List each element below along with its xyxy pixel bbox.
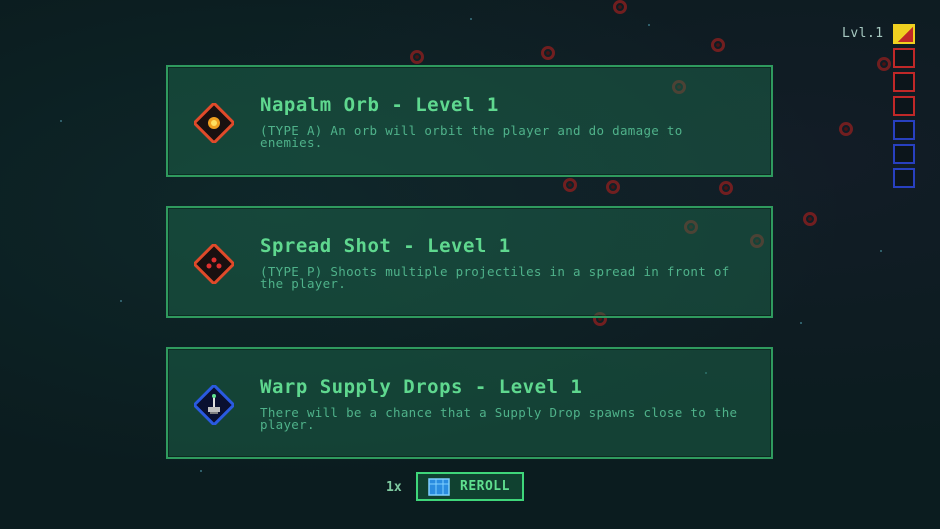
card-description: There will be a chance that a Supply Dro…: [260, 405, 738, 432]
enemy-orb: [563, 178, 577, 192]
upgrade-slot-empty: [893, 96, 915, 116]
enemy-orb: [541, 46, 555, 60]
card-title: Spread Shot - Level 1: [260, 235, 511, 257]
upgrade-card-warp-supply-drops[interactable]: Warp Supply Drops - Level 1 There will b…: [166, 347, 773, 459]
supply-drop-icon: [194, 385, 234, 425]
card-title: Warp Supply Drops - Level 1: [260, 376, 583, 398]
card-title: Napalm Orb - Level 1: [260, 94, 499, 116]
enemy-orb: [877, 57, 891, 71]
enemy-orb: [711, 38, 725, 52]
napalm-orb-icon: [194, 103, 234, 143]
enemy-orb: [606, 180, 620, 194]
star: [200, 470, 202, 472]
level-indicator: Lvl.1: [842, 26, 884, 41]
upgrade-slot-empty: [893, 72, 915, 92]
upgrade-card-napalm-orb[interactable]: Napalm Orb - Level 1 (TYPE A) An orb wil…: [166, 65, 773, 177]
enemy-orb: [803, 212, 817, 226]
reroll-count: 1x: [386, 480, 402, 495]
reroll-button[interactable]: REROLL: [416, 472, 524, 501]
star: [800, 322, 802, 324]
upgrade-card-spread-shot[interactable]: Spread Shot - Level 1 (TYPE P) Shoots mu…: [166, 206, 773, 318]
card-description: (TYPE A) An orb will orbit the player an…: [260, 123, 683, 150]
dice-cube-icon: [428, 478, 450, 496]
upgrade-slot-empty: [893, 168, 915, 188]
upgrade-slot-empty: [893, 144, 915, 164]
star: [60, 120, 62, 122]
enemy-orb: [410, 50, 424, 64]
enemy-orb: [719, 181, 733, 195]
upgrade-slot-empty: [893, 48, 915, 68]
spread-shot-icon: [194, 244, 234, 284]
card-description: (TYPE P) Shoots multiple projectiles in …: [260, 264, 730, 291]
upgrade-slot-empty: [893, 120, 915, 140]
enemy-orb: [839, 122, 853, 136]
upgrade-slot-filled: [893, 24, 915, 44]
star: [648, 24, 650, 26]
enemy-orb: [613, 0, 627, 14]
reroll-label: REROLL: [460, 479, 510, 494]
star: [120, 300, 122, 302]
star: [880, 250, 882, 252]
star: [470, 18, 472, 20]
